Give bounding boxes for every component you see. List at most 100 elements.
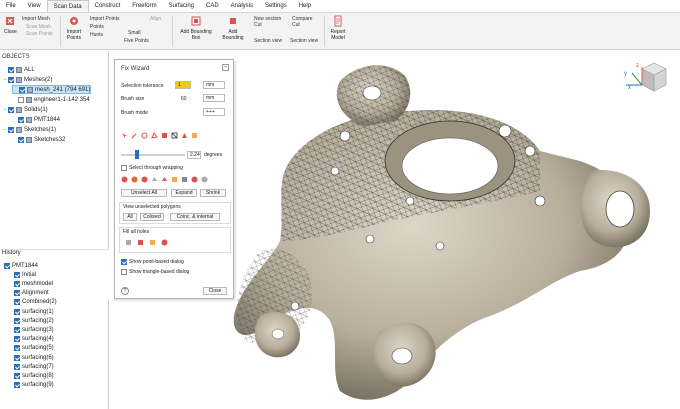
polygon-select-icon[interactable]: [151, 132, 158, 139]
triangle-select-icon[interactable]: [181, 132, 188, 139]
fill-hole-icon-4[interactable]: [161, 239, 168, 246]
hunts-button[interactable]: Hunts: [90, 32, 103, 38]
select-through-box[interactable]: [121, 165, 127, 171]
points-button[interactable]: Points: [90, 24, 104, 30]
fill-hole-icon-2[interactable]: [137, 239, 144, 246]
angle-value[interactable]: 2.24: [187, 151, 201, 159]
select-icon-9[interactable]: [201, 176, 208, 183]
menu-tab-help[interactable]: Help: [293, 0, 317, 12]
menu-tab-scan-data[interactable]: Scan Data: [46, 0, 89, 12]
visibility-checkbox[interactable]: [18, 116, 24, 123]
section-view-button[interactable]: Section view: [254, 38, 282, 44]
history-checkbox[interactable]: [14, 280, 20, 287]
history-item[interactable]: Combined(2): [14, 298, 57, 307]
select-icon-5[interactable]: [161, 176, 168, 183]
scan-points-button[interactable]: Scan Points: [26, 31, 53, 37]
history-checkbox[interactable]: [4, 262, 10, 269]
scan-mesh-button[interactable]: Scan Mesh: [26, 24, 51, 30]
brush-size-value[interactable]: 60: [181, 96, 187, 102]
select-icon-8[interactable]: [191, 176, 198, 183]
edge-select-icon[interactable]: [191, 132, 198, 139]
fill-hole-icon-3[interactable]: [149, 239, 156, 246]
selection-tolerance-input[interactable]: 1: [175, 81, 191, 89]
view-coinc-internal-button[interactable]: Coinc. & internal: [170, 213, 220, 221]
history-checkbox[interactable]: [14, 299, 20, 306]
section-view2-button[interactable]: Section view: [290, 38, 318, 44]
tree-item[interactable]: engineer1-1-142 354: [12, 95, 90, 104]
menu-tab-file[interactable]: File: [0, 0, 22, 12]
tree-item[interactable]: − Sketches(1): [2, 125, 56, 134]
close-button[interactable]: Close: [4, 15, 17, 35]
fill-hole-icon-1[interactable]: [125, 239, 132, 246]
select-through-checkbox[interactable]: Select through wrapping: [121, 165, 183, 171]
history-item[interactable]: surfacing(8): [14, 371, 54, 380]
select-icon-7[interactable]: [181, 176, 188, 183]
select-icon-2[interactable]: [131, 176, 138, 183]
history-item[interactable]: surfacing(6): [14, 353, 54, 362]
visibility-checkbox[interactable]: [8, 66, 14, 73]
select-icon-3[interactable]: [141, 176, 148, 183]
visibility-checkbox[interactable]: [8, 106, 14, 113]
history-item[interactable]: PMT1844: [4, 261, 38, 270]
import-mesh-button[interactable]: Import Mesh: [22, 16, 50, 22]
show-point-based-checkbox[interactable]: Show point-based dialog: [121, 259, 184, 265]
help-button[interactable]: ?: [121, 287, 129, 295]
history-checkbox[interactable]: [14, 308, 20, 315]
history-item[interactable]: surfacing(4): [14, 335, 54, 344]
new-section-cut-button[interactable]: New section Cut: [254, 16, 284, 28]
orientation-cube[interactable]: [622, 59, 672, 99]
tree-item[interactable]: − Meshes(2): [2, 75, 52, 84]
menu-tab-cad[interactable]: CAD: [200, 0, 225, 12]
align-button[interactable]: Align: [150, 16, 161, 22]
history-item[interactable]: meshmodel: [14, 279, 53, 288]
five-points-button[interactable]: Five Points: [124, 38, 149, 44]
import-points-button[interactable]: Import Points: [64, 15, 84, 41]
history-checkbox[interactable]: [14, 382, 20, 389]
history-checkbox[interactable]: [14, 271, 20, 278]
shrink-button[interactable]: Shrink: [200, 189, 226, 197]
view-all-button[interactable]: All: [123, 213, 137, 221]
view-colored-button[interactable]: Colored: [140, 213, 164, 221]
tree-item[interactable]: mesh_241 (794 691): [12, 85, 92, 94]
arrow-select-icon[interactable]: [121, 132, 128, 139]
brush-size-unit[interactable]: mm: [203, 94, 225, 102]
show-point-based-box[interactable]: [121, 259, 127, 265]
history-item[interactable]: surfacing(3): [14, 325, 54, 334]
history-checkbox[interactable]: [14, 336, 20, 343]
add-bounding-button[interactable]: Add Bounding: [220, 15, 246, 41]
menu-tab-settings[interactable]: Settings: [259, 0, 293, 12]
select-icon-1[interactable]: [121, 176, 128, 183]
history-checkbox[interactable]: [14, 326, 20, 333]
history-item[interactable]: surfacing(9): [14, 381, 54, 390]
visibility-checkbox[interactable]: [18, 96, 24, 103]
selection-tolerance-unit[interactable]: mm: [203, 81, 225, 89]
small-button[interactable]: Small: [128, 30, 141, 36]
report-model-button[interactable]: Report Model: [328, 15, 348, 41]
angle-slider-thumb[interactable]: [135, 150, 139, 159]
show-triangle-based-checkbox[interactable]: Show triangle-based dialog: [121, 269, 189, 275]
visibility-checkbox[interactable]: [8, 76, 14, 83]
brush-mode-select[interactable]: +++: [203, 108, 225, 116]
compare-cut-button[interactable]: Compare Cut: [292, 16, 320, 28]
history-item[interactable]: surfacing(5): [14, 344, 54, 353]
history-item[interactable]: surfacing(7): [14, 362, 54, 371]
dialog-close-button[interactable]: Close: [203, 287, 227, 295]
mesh-select-icon[interactable]: [171, 132, 178, 139]
history-checkbox[interactable]: [14, 317, 20, 324]
visibility-checkbox[interactable]: [19, 86, 25, 93]
history-checkbox[interactable]: [14, 363, 20, 370]
history-checkbox[interactable]: [14, 354, 20, 361]
history-checkbox[interactable]: [14, 372, 20, 379]
visibility-checkbox[interactable]: [8, 126, 14, 133]
unselect-all-button[interactable]: Unselect All: [121, 189, 167, 197]
show-triangle-based-box[interactable]: [121, 269, 127, 275]
select-icon-6[interactable]: [171, 176, 178, 183]
history-checkbox[interactable]: [14, 345, 20, 352]
history-item[interactable]: surfacing(1): [14, 307, 54, 316]
lasso-select-icon[interactable]: [141, 132, 148, 139]
menu-tab-construct[interactable]: Construct: [89, 0, 127, 12]
history-item[interactable]: Alignment: [14, 289, 49, 298]
brush-select-icon[interactable]: [131, 132, 138, 139]
box-select-icon[interactable]: [161, 132, 168, 139]
history-item[interactable]: surfacing(2): [14, 316, 54, 325]
